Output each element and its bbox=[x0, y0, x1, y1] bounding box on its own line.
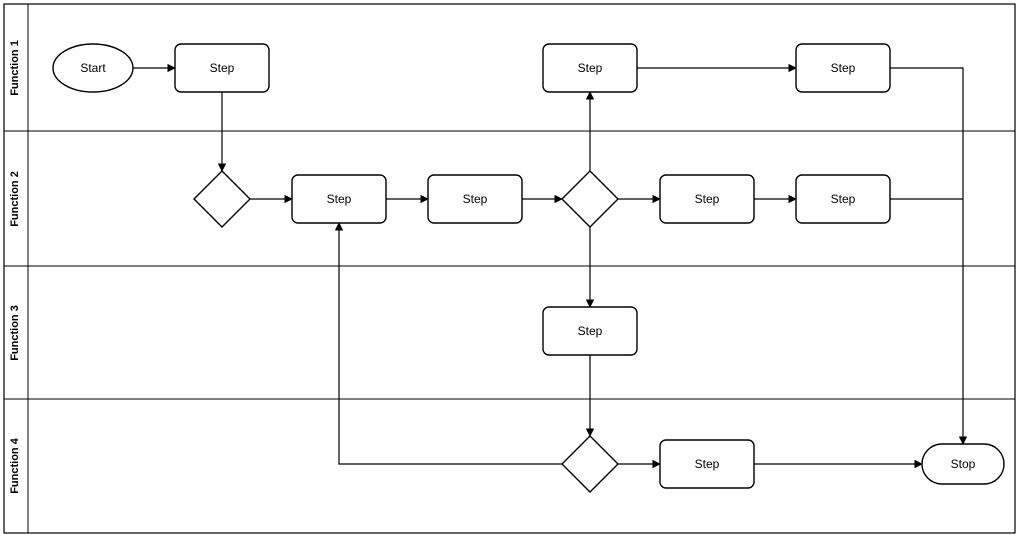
flowchart-svg: Function 1 Function 2 Function 3 Functio… bbox=[0, 0, 1019, 537]
step1-label: Step bbox=[210, 61, 235, 75]
stop-label: Stop bbox=[951, 457, 976, 471]
step5-label: Step bbox=[831, 192, 856, 206]
decision1-node[interactable] bbox=[194, 171, 250, 227]
step7-label: Step bbox=[831, 61, 856, 75]
step5-node[interactable]: Step bbox=[796, 175, 890, 223]
step1-node[interactable]: Step bbox=[175, 44, 269, 92]
lane-label-3: Function 3 bbox=[9, 305, 21, 361]
edge-step7-stop bbox=[890, 68, 963, 444]
flowchart-canvas: Function 1 Function 2 Function 3 Functio… bbox=[0, 0, 1019, 537]
nodes: Start Step Step Step Step bbox=[53, 44, 1004, 492]
step9-label: Step bbox=[695, 457, 720, 471]
step4-label: Step bbox=[695, 192, 720, 206]
step2-label: Step bbox=[327, 192, 352, 206]
step6-label: Step bbox=[578, 61, 603, 75]
step3-label: Step bbox=[463, 192, 488, 206]
lane-label-2: Function 2 bbox=[9, 171, 21, 227]
edge-dec3-step2 bbox=[339, 223, 562, 464]
decision2-node[interactable] bbox=[562, 171, 618, 227]
step9-node[interactable]: Step bbox=[660, 440, 754, 488]
stop-node[interactable]: Stop bbox=[922, 444, 1004, 484]
lane-label-4: Function 4 bbox=[9, 437, 21, 493]
step6-node[interactable]: Step bbox=[543, 44, 637, 92]
step4-node[interactable]: Step bbox=[660, 175, 754, 223]
lane-label-1: Function 1 bbox=[9, 40, 21, 96]
start-node[interactable]: Start bbox=[53, 44, 133, 92]
decision3-node[interactable] bbox=[562, 436, 618, 492]
step8-node[interactable]: Step bbox=[543, 307, 637, 355]
lane-labels: Function 1 Function 2 Function 3 Functio… bbox=[9, 40, 21, 494]
start-label: Start bbox=[80, 61, 106, 75]
step2-node[interactable]: Step bbox=[292, 175, 386, 223]
step7-node[interactable]: Step bbox=[796, 44, 890, 92]
step8-label: Step bbox=[578, 324, 603, 338]
step3-node[interactable]: Step bbox=[428, 175, 522, 223]
